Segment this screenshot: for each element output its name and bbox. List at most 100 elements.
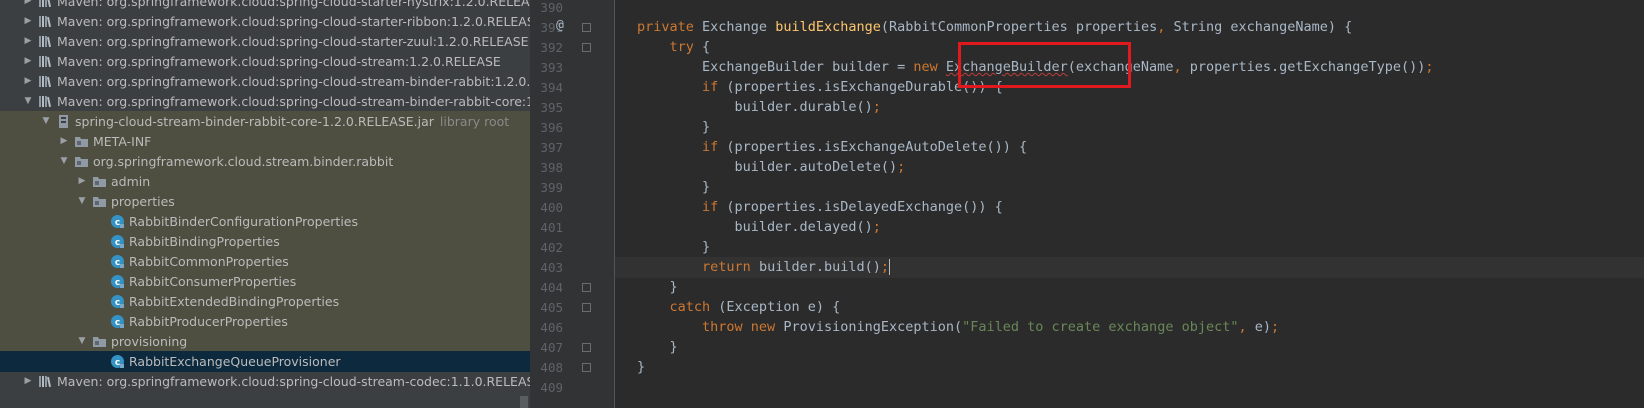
line-number: 407 <box>540 340 563 355</box>
tree-row[interactable]: c RabbitConsumerProperties <box>0 271 530 292</box>
package-icon <box>92 334 107 349</box>
tree-row[interactable]: ▶ Maven: org.springframework.cloud:spring… <box>0 51 530 72</box>
expand-arrow-icon[interactable]: ▼ <box>76 331 88 352</box>
tree-row[interactable]: ▼ org.springframework.cloud.stream.binder… <box>0 151 530 172</box>
tree-row[interactable]: ▶ admin <box>0 171 530 192</box>
code-line[interactable]: private Exchange buildExchange(RabbitCom… <box>615 17 1644 38</box>
line-number: 398 <box>540 160 563 175</box>
tree-row[interactable]: ▶ Maven: org.springframework.cloud:spring… <box>0 11 530 32</box>
tree-row[interactable]: c RabbitProducerProperties <box>0 311 530 332</box>
code-line[interactable]: } <box>615 277 1644 298</box>
svg-text:c: c <box>115 358 120 368</box>
collapse-arrow-icon[interactable]: ▶ <box>22 71 34 92</box>
code-line[interactable]: builder.delayed(); <box>615 217 1644 238</box>
tree-row[interactable]: ▶ META-INF <box>0 131 530 152</box>
library-icon <box>38 374 53 389</box>
fold-marker-icon[interactable] <box>582 23 591 32</box>
fold-marker-icon[interactable] <box>582 363 591 372</box>
tree-row[interactable]: ▶ Maven: org.springframework.cloud:spring… <box>0 371 530 392</box>
jar-icon <box>56 114 71 129</box>
code-line[interactable]: catch (Exception e) { <box>615 297 1644 318</box>
code-line[interactable]: } <box>615 237 1644 258</box>
tree-row[interactable]: ▼ spring-cloud-stream-binder-rabbit-core-… <box>0 111 530 132</box>
code-line[interactable]: throw new ProvisioningException("Failed … <box>615 317 1644 338</box>
tree-row-label: RabbitBinderConfigurationProperties <box>129 214 358 229</box>
expand-arrow-icon[interactable]: ▼ <box>22 91 34 112</box>
tree-row-label: Maven: org.springframework.cloud:spring-… <box>57 374 530 389</box>
tree-row[interactable]: c RabbitCommonProperties <box>0 251 530 272</box>
line-number: 400 <box>540 200 563 215</box>
line-number: 403 <box>540 260 563 275</box>
collapse-arrow-icon[interactable]: ▶ <box>22 51 34 72</box>
class-icon: c <box>110 354 125 369</box>
tree-row[interactable]: c RabbitExtendedBindingProperties <box>0 291 530 312</box>
tree-row-label: RabbitConsumerProperties <box>129 274 297 289</box>
project-tree-panel: ▶ Maven: org.springframework.cloud:spring… <box>0 0 530 408</box>
tree-row-label: RabbitExchangeQueueProvisioner <box>129 354 341 369</box>
code-line[interactable]: if (properties.isExchangeAutoDelete()) { <box>615 137 1644 158</box>
tree-row[interactable]: c RabbitExchangeQueueProvisioner <box>0 351 530 372</box>
fold-marker-icon[interactable] <box>582 43 591 52</box>
svg-text:c: c <box>115 218 120 228</box>
svg-text:c: c <box>115 318 120 328</box>
expand-arrow-icon[interactable]: ▼ <box>40 111 52 132</box>
fold-marker-icon[interactable] <box>582 303 591 312</box>
class-icon: c <box>110 234 125 249</box>
library-icon <box>38 54 53 69</box>
text-caret <box>889 259 890 275</box>
fold-marker-icon[interactable] <box>582 283 591 292</box>
tree-row-label: Maven: org.springframework.cloud:spring-… <box>57 54 501 69</box>
svg-text:c: c <box>115 238 120 248</box>
override-marker-icon[interactable]: @ <box>556 18 564 33</box>
package-icon <box>74 154 89 169</box>
library-icon <box>38 14 53 29</box>
svg-text:c: c <box>115 278 120 288</box>
code-line[interactable]: } <box>615 117 1644 138</box>
collapse-arrow-icon[interactable]: ▶ <box>22 11 34 32</box>
tree-row[interactable]: ▶ Maven: org.springframework.cloud:spring… <box>0 71 530 92</box>
collapse-arrow-icon[interactable]: ▶ <box>22 31 34 52</box>
collapse-arrow-icon[interactable]: ▶ <box>22 371 34 392</box>
tree-row-label: RabbitProducerProperties <box>129 314 288 329</box>
library-icon <box>38 34 53 49</box>
tree-row-label: org.springframework.cloud.stream.binder.… <box>93 154 394 169</box>
tree-row-label: RabbitBindingProperties <box>129 234 280 249</box>
tree-scrollbar[interactable] <box>520 396 528 408</box>
library-icon <box>38 0 53 9</box>
editor-gutter: 390 391 @392 393 394 395 396 397 398 399 400 401 402… <box>530 0 615 408</box>
code-line[interactable] <box>615 377 1644 398</box>
tree-row[interactable]: c RabbitBinderConfigurationProperties <box>0 211 530 232</box>
expand-arrow-icon[interactable]: ▼ <box>58 151 70 172</box>
line-number: 395 <box>540 100 563 115</box>
collapse-arrow-icon[interactable]: ▶ <box>76 171 88 192</box>
code-line[interactable]: } <box>615 357 1644 378</box>
line-number: 394 <box>540 80 563 95</box>
fold-marker-icon[interactable] <box>582 343 591 352</box>
tree-row-label: Maven: org.springframework.cloud:spring-… <box>57 74 530 89</box>
code-line[interactable]: } <box>615 337 1644 358</box>
library-icon <box>38 94 53 109</box>
tree-row[interactable]: ▼ properties <box>0 191 530 212</box>
tree-row[interactable]: ▼ provisioning <box>0 331 530 352</box>
annotation-highlight-box <box>958 42 1131 88</box>
tree-row[interactable]: ▶ Maven: org.springframework.cloud:spring… <box>0 31 530 52</box>
tree-row[interactable]: ▼ Maven: org.springframework.cloud:spring… <box>0 91 530 112</box>
line-number: 401 <box>540 220 563 235</box>
code-line[interactable]: if (properties.isDelayedExchange()) { <box>615 197 1644 218</box>
tree-row-label: RabbitCommonProperties <box>129 254 289 269</box>
class-icon: c <box>110 274 125 289</box>
class-icon: c <box>110 214 125 229</box>
folder-icon <box>74 134 89 149</box>
code-line[interactable] <box>615 0 1644 18</box>
code-line[interactable]: builder.autoDelete(); <box>615 157 1644 178</box>
tree-row[interactable]: c RabbitBindingProperties <box>0 231 530 252</box>
tree-row-label: provisioning <box>111 334 188 349</box>
line-number: 397 <box>540 140 563 155</box>
expand-arrow-icon[interactable]: ▼ <box>76 191 88 212</box>
code-line[interactable]: return builder.build(); <box>615 257 1644 278</box>
library-root-suffix: library root <box>439 114 510 129</box>
code-line[interactable]: builder.durable(); <box>615 97 1644 118</box>
collapse-arrow-icon[interactable]: ▶ <box>58 131 70 152</box>
code-line[interactable]: } <box>615 177 1644 198</box>
tree-row-label: admin <box>111 174 151 189</box>
